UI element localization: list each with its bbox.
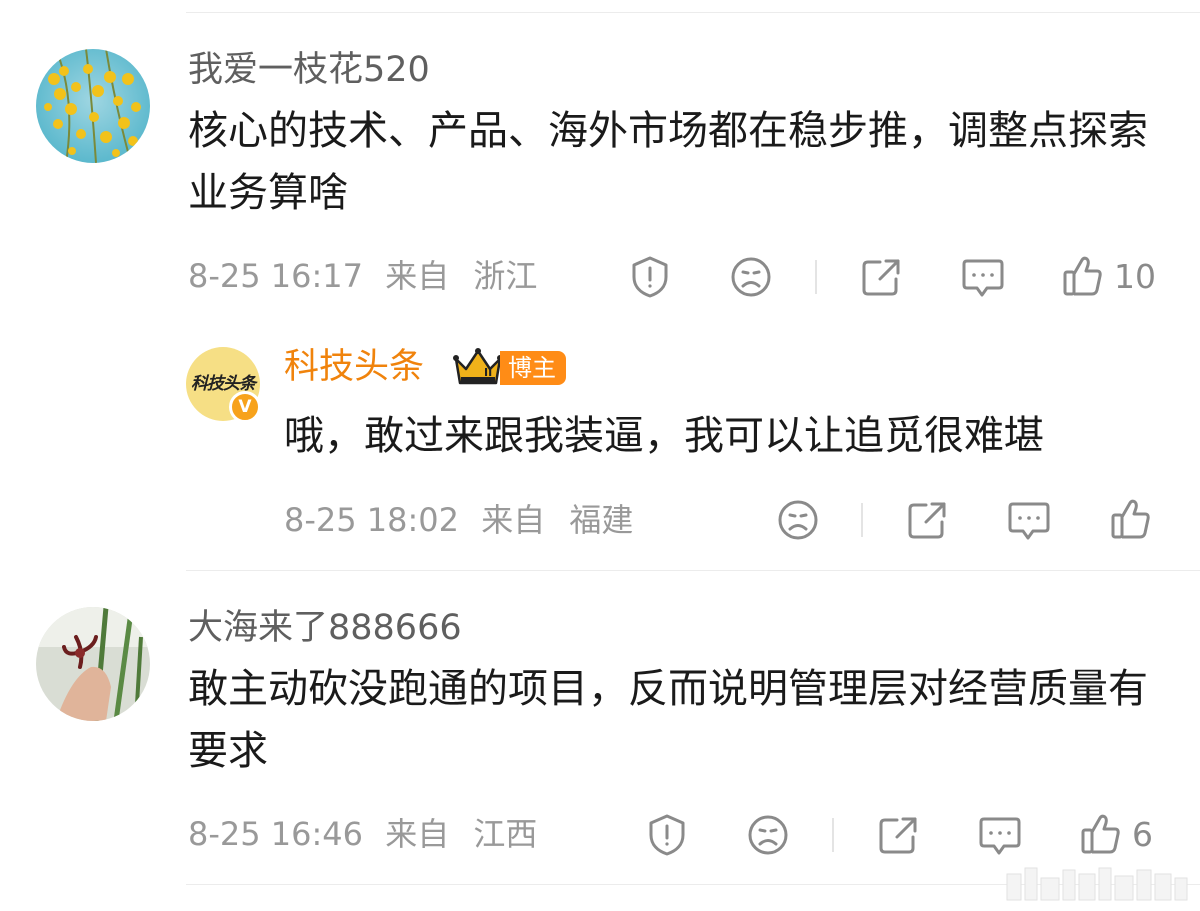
avatar-text: 科技头条 <box>191 374 256 394</box>
location-prefix: 来自 <box>385 257 450 295</box>
comment-button[interactable] <box>1007 500 1051 542</box>
location: 福建 <box>569 501 634 539</box>
location: 江西 <box>473 815 538 853</box>
avatar[interactable] <box>36 607 150 721</box>
location-prefix: 来自 <box>385 815 450 853</box>
divider <box>815 260 817 294</box>
reply-text: 哦，敢过来跟我装逼，我可以让追觅很难堪 <box>284 413 1044 459</box>
crown-icon: II <box>452 347 504 393</box>
verified-badge: V <box>229 391 261 423</box>
like-thumb-icon <box>1111 499 1150 539</box>
share-icon <box>908 502 946 539</box>
reply-meta: 8-25 18:02 来自 福建 <box>284 504 633 536</box>
like-count: 6 <box>1132 814 1153 854</box>
divider <box>832 818 834 852</box>
crown-level: II <box>484 366 492 379</box>
like-thumb-icon <box>1063 256 1102 296</box>
like-button[interactable]: 10 <box>1062 254 1156 298</box>
timestamp: 8-25 16:46 <box>188 815 364 853</box>
comment-meta: 8-25 16:46 来自 江西 <box>188 818 537 850</box>
comment-icon <box>1008 502 1050 540</box>
location: 浙江 <box>473 257 538 295</box>
comment-icon <box>962 259 1004 297</box>
divider <box>186 570 1200 571</box>
share-icon <box>879 817 917 854</box>
dislike-face-icon <box>778 500 818 540</box>
dislike-button[interactable] <box>747 814 789 856</box>
share-button[interactable] <box>877 815 919 855</box>
share-icon <box>862 259 900 296</box>
share-button[interactable] <box>860 257 902 297</box>
timestamp: 8-25 18:02 <box>284 501 460 539</box>
comment-text: 敢主动砍没跑通的项目，反而说明管理层对经营质量有要求 <box>188 666 1148 774</box>
comment-icon <box>979 817 1021 855</box>
report-icon <box>649 814 685 856</box>
username[interactable]: 大海来了888666 <box>188 611 462 646</box>
report-icon <box>632 256 668 298</box>
dislike-button[interactable] <box>730 256 772 298</box>
username[interactable]: 我爱一枝花520 <box>188 53 430 88</box>
divider <box>861 503 863 537</box>
like-count: 10 <box>1114 256 1156 296</box>
like-button[interactable]: 6 <box>1080 812 1153 856</box>
dislike-button[interactable] <box>777 499 819 541</box>
report-button[interactable] <box>629 255 671 299</box>
dislike-face-icon <box>748 815 788 855</box>
avatar[interactable] <box>36 49 150 163</box>
location-prefix: 来自 <box>481 501 546 539</box>
watermark <box>1005 864 1191 908</box>
comment-button[interactable] <box>978 815 1022 857</box>
like-button[interactable] <box>1110 497 1152 541</box>
like-thumb-icon <box>1081 814 1120 854</box>
blogger-badge: 博主 <box>500 351 566 385</box>
comment-meta: 8-25 16:17 来自 浙江 <box>188 260 537 292</box>
comment-text: 核心的技术、产品、海外市场都在稳步推，调整点探索业务算啥 <box>188 108 1148 216</box>
share-button[interactable] <box>906 500 948 540</box>
username[interactable]: 科技头条 <box>284 350 424 385</box>
timestamp: 8-25 16:17 <box>188 257 364 295</box>
dislike-face-icon <box>731 257 771 297</box>
divider <box>186 12 1200 13</box>
comment-button[interactable] <box>961 257 1005 299</box>
report-button[interactable] <box>646 813 688 857</box>
